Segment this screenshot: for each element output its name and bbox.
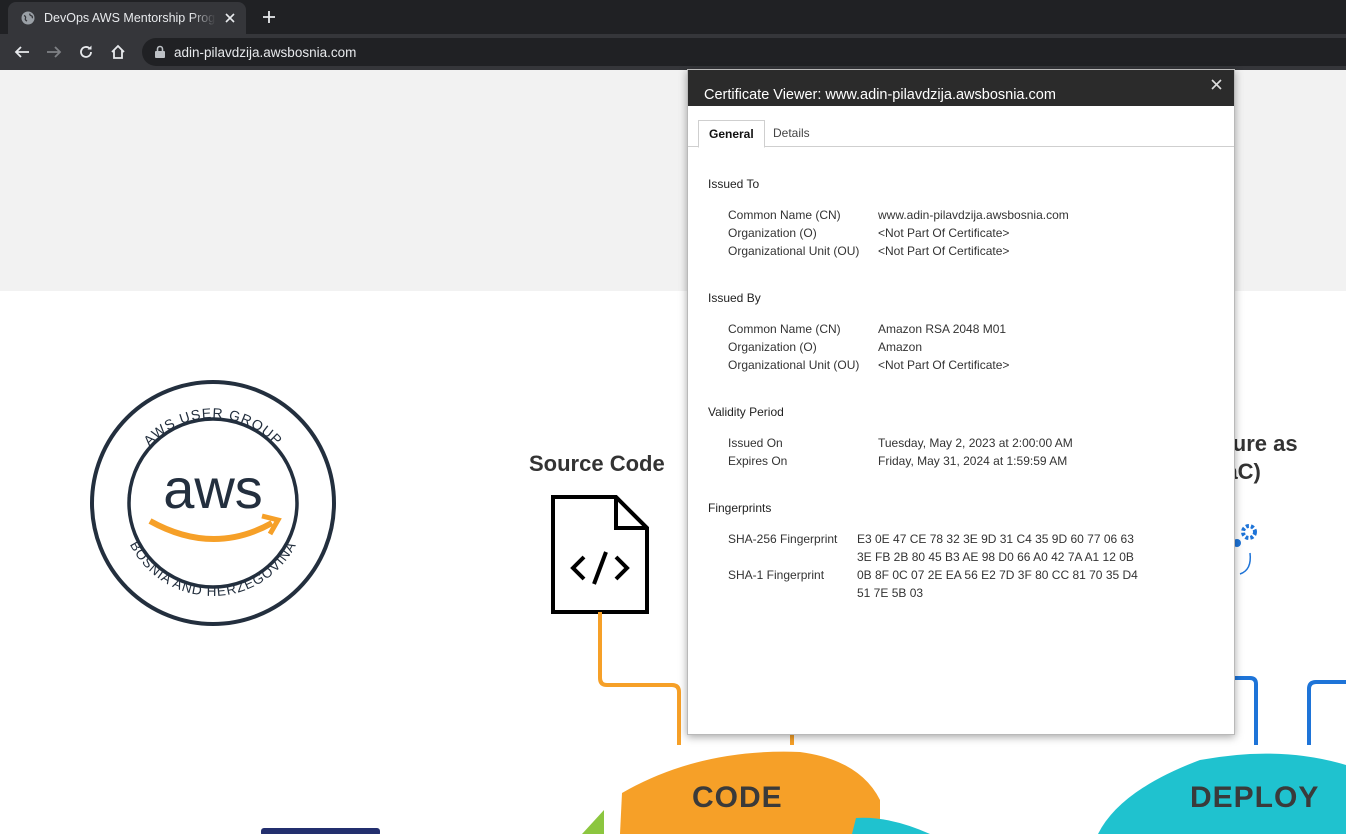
close-icon[interactable] xyxy=(1206,74,1226,94)
reload-icon[interactable] xyxy=(74,40,98,64)
issued-by-ou-value: <Not Part Of Certificate> xyxy=(878,358,1010,372)
issued-on-value: Tuesday, May 2, 2023 at 2:00:00 AM xyxy=(878,436,1073,450)
issued-to-ou-label: Organizational Unit (OU) xyxy=(728,244,860,258)
issued-by-o-value: Amazon xyxy=(878,340,923,354)
section-issued-by: Issued By xyxy=(708,291,761,305)
tab-title: DevOps AWS Mentorship Program xyxy=(44,11,216,25)
browser-tab[interactable]: DevOps AWS Mentorship Program xyxy=(8,2,246,34)
expires-on-value: Friday, May 31, 2024 at 1:59:59 AM xyxy=(878,454,1068,468)
logo-top-text: AWS USER GROUP xyxy=(140,405,285,449)
tab-strip: DevOps AWS Mentorship Program xyxy=(0,0,1346,34)
forward-arrow-icon[interactable] xyxy=(42,40,66,64)
teal-arc xyxy=(852,817,930,834)
green-arc xyxy=(582,810,604,834)
gear-icon xyxy=(1233,524,1257,575)
issued-by-cn-label: Common Name (CN) xyxy=(728,322,841,336)
source-code-title: Source Code xyxy=(529,451,665,476)
navy-block xyxy=(261,828,380,834)
sha1-label: SHA-1 Fingerprint xyxy=(728,568,825,582)
section-validity-period: Validity Period xyxy=(708,405,784,419)
dialog-tabs: General Details xyxy=(688,106,1234,148)
globe-icon xyxy=(20,10,36,26)
blue-connector-2 xyxy=(1307,680,1346,745)
dialog-header: Certificate Viewer: www.adin-pilavdzija.… xyxy=(688,70,1234,106)
issued-on-label: Issued On xyxy=(728,436,783,450)
sha256-label: SHA-256 Fingerprint xyxy=(728,532,838,546)
issued-to-cn-label: Common Name (CN) xyxy=(728,208,841,222)
lock-icon[interactable] xyxy=(154,45,166,59)
orange-connector xyxy=(598,612,681,745)
issued-to-o-value: <Not Part Of Certificate> xyxy=(878,226,1010,240)
sha1-value-line2: 51 7E 5B 03 xyxy=(857,586,924,600)
section-issued-to: Issued To xyxy=(708,177,760,191)
sha256-value-line1: E3 0E 47 CE 78 32 3E 9D 31 C4 35 9D 60 7… xyxy=(857,532,1134,546)
code-file-icon xyxy=(551,495,649,614)
section-fingerprints: Fingerprints xyxy=(708,501,772,515)
issued-by-ou-label: Organizational Unit (OU) xyxy=(728,358,860,372)
sha1-value-line1: 0B 8F 0C 07 2E EA 56 E2 7D 3F 80 CC 81 7… xyxy=(857,568,1138,582)
home-icon[interactable] xyxy=(106,40,130,64)
expires-on-label: Expires On xyxy=(728,454,788,468)
sha256-value-line2: 3E FB 2B 80 45 B3 AE 98 D0 66 A0 42 7A A… xyxy=(857,550,1134,564)
issued-by-o-label: Organization (O) xyxy=(728,340,817,354)
browser-toolbar: adin-pilavdzija.awsbosnia.com xyxy=(0,34,1346,70)
code-label: CODE xyxy=(692,781,783,814)
plus-icon[interactable] xyxy=(258,6,280,28)
issued-to-cn-value: www.adin-pilavdzija.awsbosnia.com xyxy=(878,208,1069,222)
close-icon[interactable] xyxy=(222,10,238,26)
back-arrow-icon[interactable] xyxy=(10,40,34,64)
svg-text:AWS USER GROUP: AWS USER GROUP xyxy=(140,405,286,449)
blue-connector xyxy=(1232,676,1258,745)
tab-details[interactable]: Details xyxy=(763,120,820,146)
tab-general[interactable]: General xyxy=(698,120,765,148)
certificate-viewer-dialog: Certificate Viewer: www.adin-pilavdzija.… xyxy=(687,69,1235,735)
issued-to-o-label: Organization (O) xyxy=(728,226,817,240)
issued-to-ou-value: <Not Part Of Certificate> xyxy=(878,244,1010,258)
address-bar[interactable]: adin-pilavdzija.awsbosnia.com xyxy=(142,38,1346,66)
dialog-title: Certificate Viewer: www.adin-pilavdzija.… xyxy=(704,87,1056,103)
issued-by-cn-value: Amazon RSA 2048 M01 xyxy=(878,322,1007,336)
deploy-label: DEPLOY xyxy=(1190,781,1320,814)
url-text: adin-pilavdzija.awsbosnia.com xyxy=(174,44,357,60)
